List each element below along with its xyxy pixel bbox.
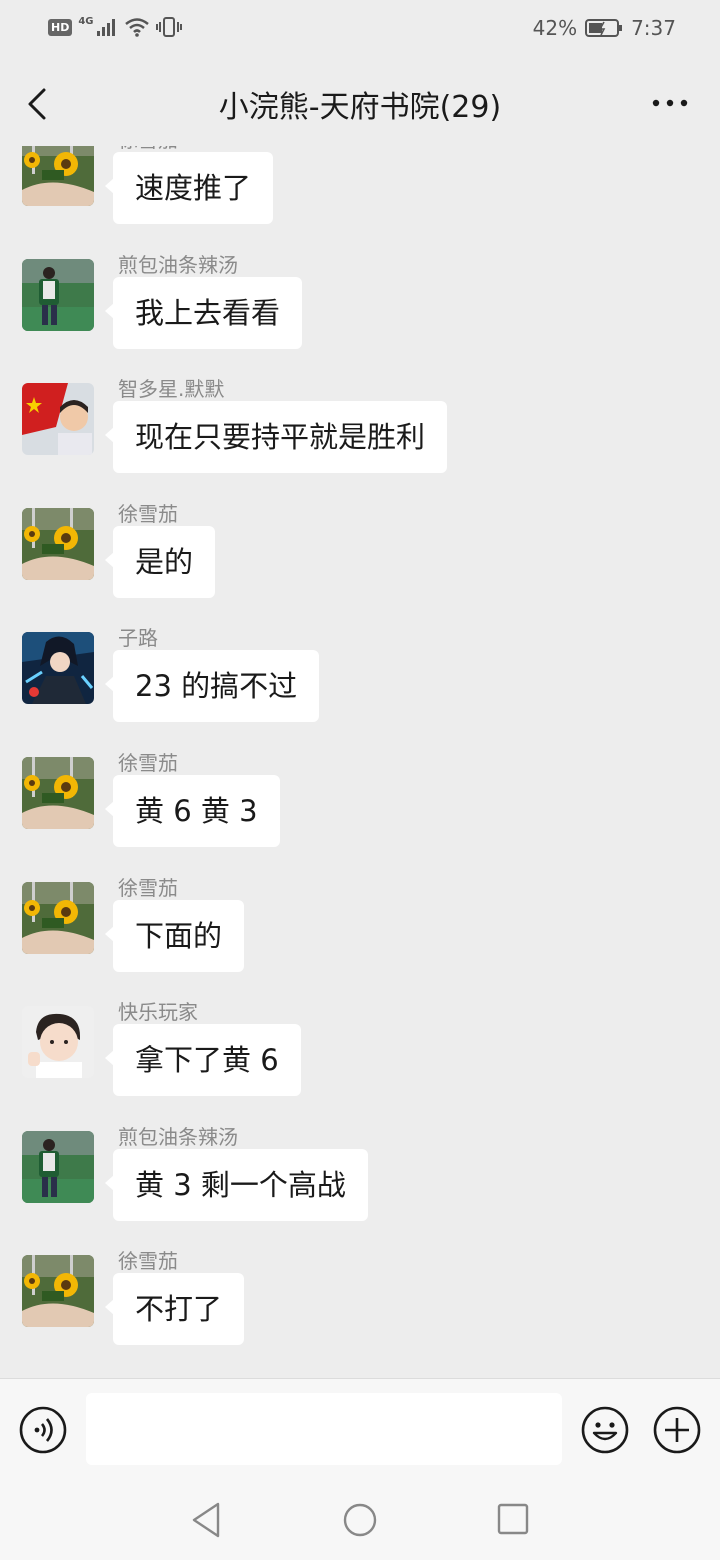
message-row: 徐雪茄 不打了 (0, 1249, 720, 1378)
triangle-back-icon[interactable] (188, 1500, 224, 1540)
network-type: 4G (78, 15, 94, 27)
voice-icon[interactable] (18, 1405, 68, 1455)
vibrate-icon (155, 17, 182, 37)
message-bubble[interactable]: 23 的搞不过 (104, 650, 320, 723)
avatar[interactable] (22, 146, 94, 206)
input-bar (0, 1378, 720, 1481)
message-bubble[interactable]: 不打了 (104, 1273, 245, 1346)
message-row: 徐雪茄 下面的 (0, 876, 720, 1006)
sender-name: 徐雪茄 (118, 1249, 178, 1274)
sender-name: 徐雪茄 (118, 501, 178, 526)
avatar[interactable] (22, 881, 94, 954)
title-bar: 小浣熊-天府书院(29) (0, 60, 720, 146)
avatar[interactable] (22, 757, 94, 829)
signal-icon (96, 19, 115, 36)
more-dots-icon[interactable] (650, 88, 690, 118)
avatar[interactable] (22, 507, 94, 580)
chat-title: 小浣熊-天府书院(29) (218, 90, 502, 125)
wifi-icon (124, 18, 149, 37)
avatar[interactable] (22, 1130, 94, 1203)
sender-name: 子路 (118, 626, 158, 651)
avatar[interactable] (22, 632, 94, 705)
message-input[interactable] (86, 1393, 562, 1465)
avatar[interactable] (22, 383, 94, 456)
message-bubble[interactable]: 黄 6 黄 3 (105, 775, 280, 847)
message-list[interactable]: 徐雪茄速度推了煎包油条辣汤我上去看看智多星.默默现在只要持平就是胜利徐雪茄是的子… (0, 146, 720, 1378)
message-bubble[interactable]: 我上去看看 (104, 276, 303, 349)
message-row: 煎包油条辣汤 我上去看看 (0, 253, 720, 383)
sender-name: 煎包油条辣汤 (118, 252, 238, 277)
plus-icon[interactable] (652, 1405, 702, 1455)
clock: 7:37 (631, 16, 676, 40)
system-nav-bar (0, 1480, 720, 1560)
hd-badge: HD (48, 18, 73, 36)
message-bubble[interactable]: 黄 3 剩一个高战 (105, 1148, 368, 1221)
message-row: 快乐玩家 拿下了黄 6 (0, 1000, 720, 1130)
battery-percent: 42% (532, 16, 578, 40)
sender-name: 煎包油条辣汤 (118, 1124, 238, 1149)
message-bubble[interactable]: 拿下了黄 6 (105, 1024, 301, 1097)
message-bubble[interactable]: 速度推了 (104, 152, 274, 224)
sender-name: 智多星.默默 (118, 377, 225, 402)
message-row: 煎包油条辣汤黄 3 剩一个高战 (0, 1125, 720, 1255)
square-recent-icon[interactable] (496, 1502, 530, 1536)
message-row: 子路 23 的搞不过 (0, 626, 720, 756)
message-row: 徐雪茄黄 6 黄 3 (0, 751, 720, 881)
avatar[interactable] (22, 1006, 94, 1079)
message-bubble[interactable]: 下面的 (104, 899, 245, 972)
emoji-icon[interactable] (580, 1405, 630, 1455)
sender-name: 徐雪茄 (118, 751, 178, 775)
battery-icon (585, 19, 623, 37)
message-row: 智多星.默默 现在只要持平就是胜利 (0, 377, 720, 507)
message-row: 徐雪茄速度推了 (0, 146, 720, 258)
message-bubble[interactable]: 是的 (104, 525, 216, 598)
circle-home-icon[interactable] (342, 1502, 378, 1538)
avatar[interactable] (22, 1255, 94, 1328)
status-bar: HD 4G 42% 7:37 (0, 0, 720, 60)
sender-name: 快乐玩家 (118, 1000, 198, 1025)
message-row: 徐雪茄 是的 (0, 502, 720, 632)
sender-name: 徐雪茄 (118, 875, 178, 900)
message-bubble[interactable]: 现在只要持平就是胜利 (104, 401, 448, 474)
chat-screen: HD 4G 42% 7:37 小浣熊-天府书院(29) 速度推了 煎包油条辣汤 … (0, 0, 720, 1560)
avatar[interactable] (22, 258, 94, 331)
